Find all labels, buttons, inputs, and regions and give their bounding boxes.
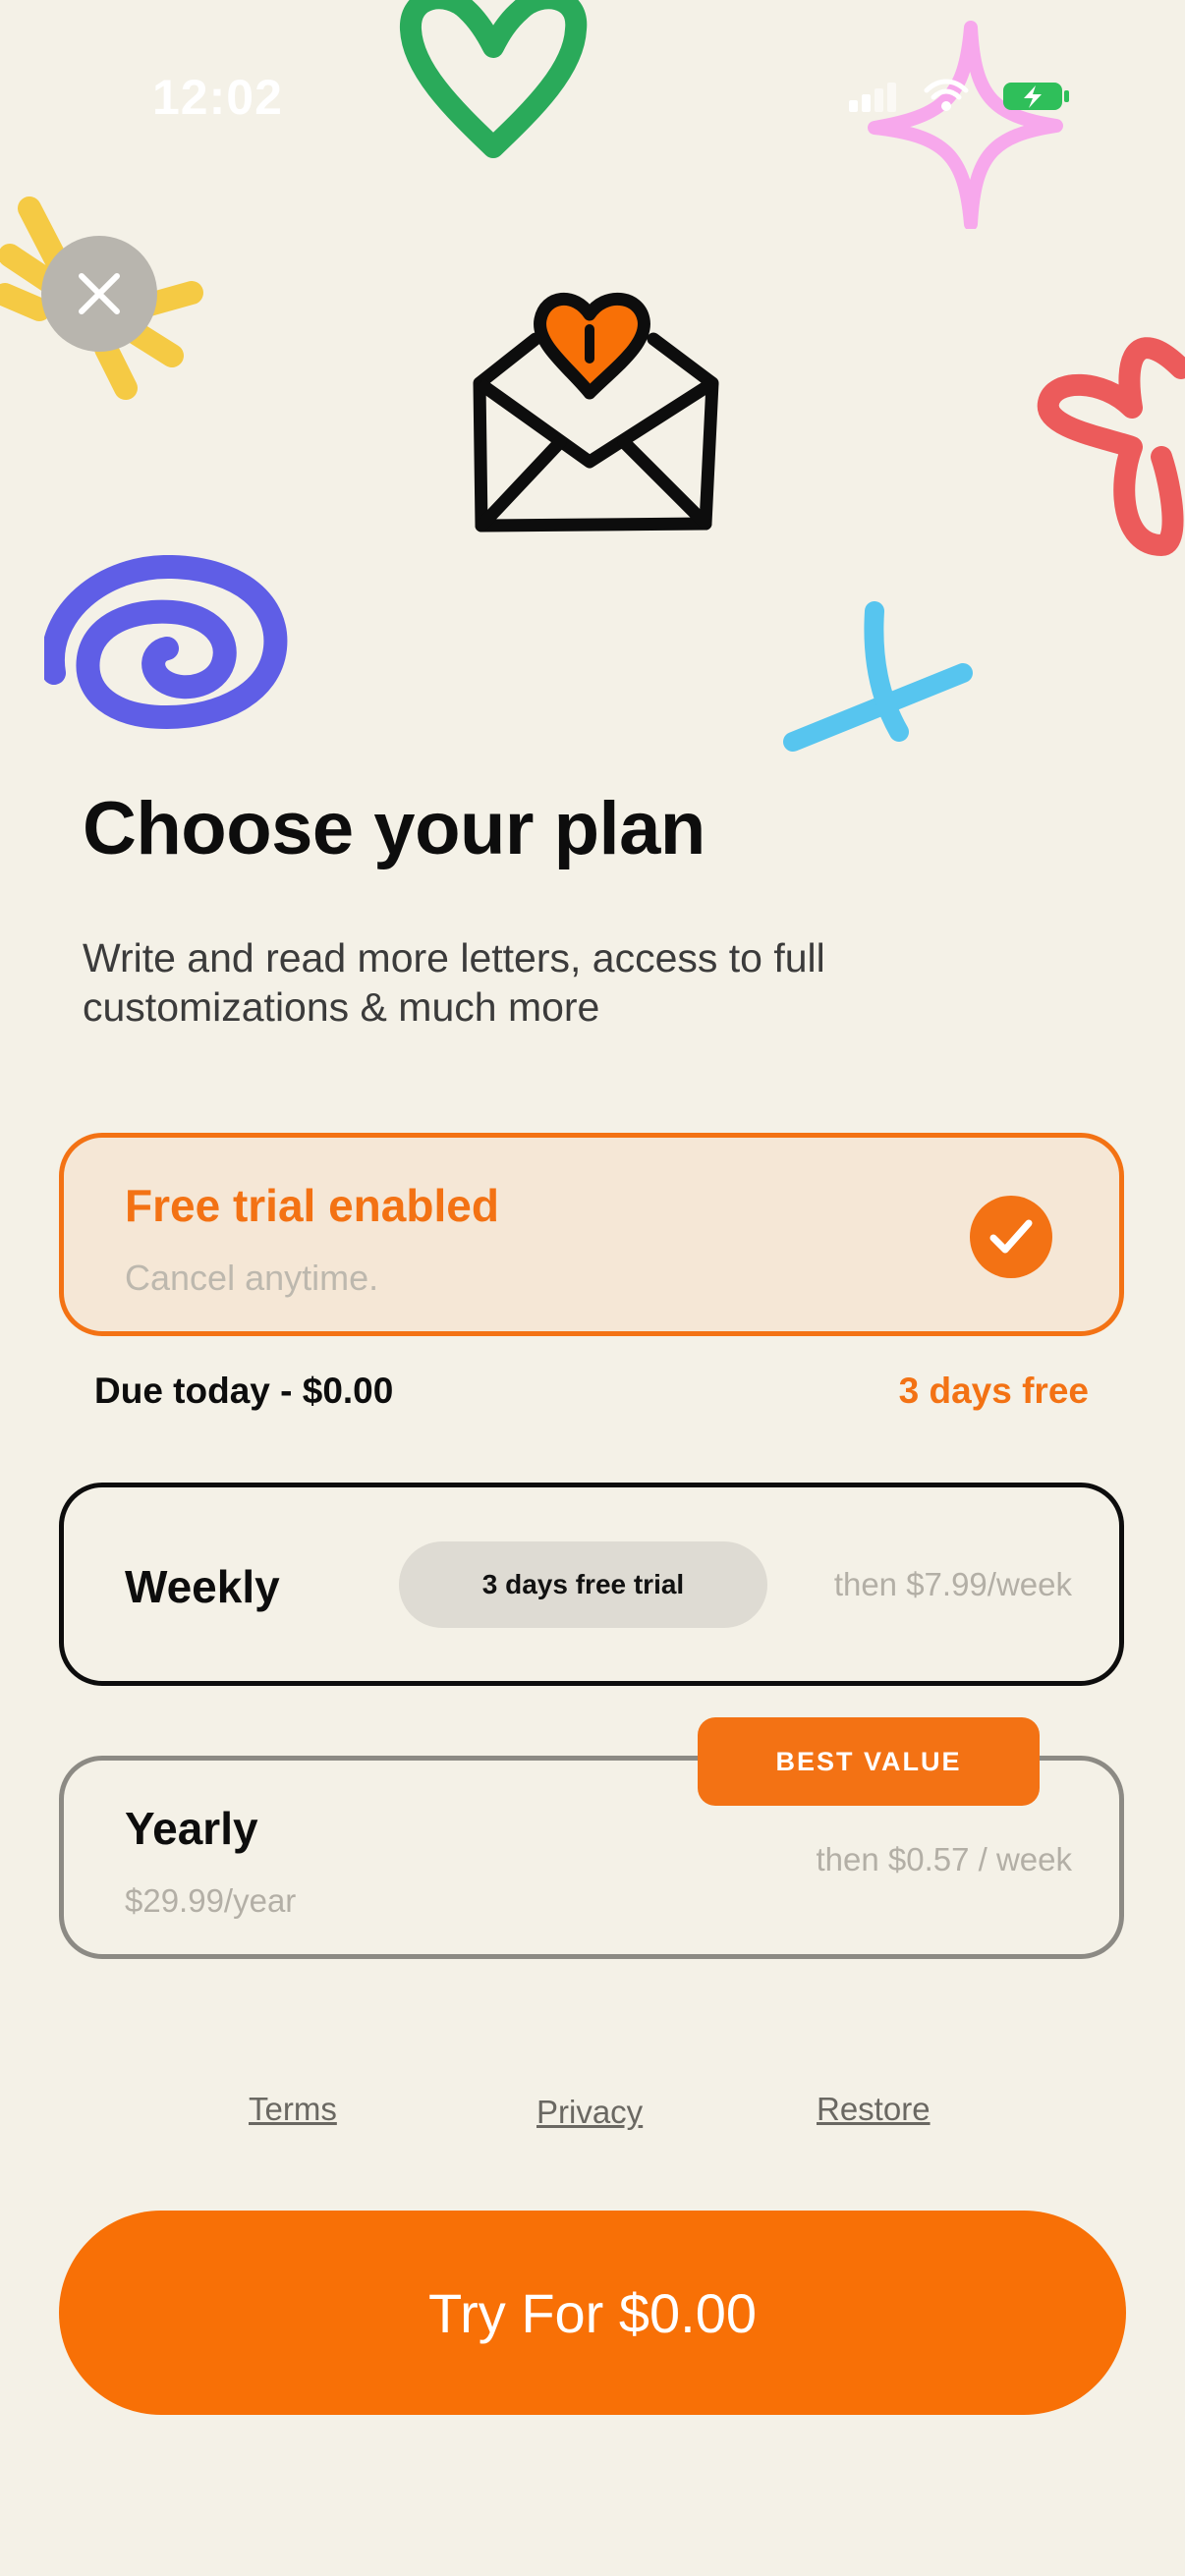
plan-name: Yearly bbox=[125, 1803, 258, 1854]
trial-checkbox[interactable] bbox=[970, 1196, 1052, 1278]
trial-days-label: 3 days free bbox=[898, 1371, 1089, 1411]
status-bar-time: 12:02 bbox=[152, 70, 283, 125]
close-icon bbox=[79, 273, 120, 314]
best-value-badge: BEST VALUE bbox=[698, 1717, 1040, 1806]
green-heart-doodle-icon bbox=[400, 0, 588, 158]
plan-price: $29.99/year bbox=[125, 1882, 297, 1919]
try-free-button[interactable]: Try For $0.00 bbox=[59, 2211, 1126, 2415]
plan-name: Weekly bbox=[125, 1561, 280, 1612]
page-title: Choose your plan bbox=[83, 787, 705, 870]
status-icons bbox=[845, 77, 1081, 116]
blue-spiral-doodle-icon bbox=[44, 555, 288, 730]
close-button[interactable] bbox=[41, 236, 157, 352]
paywall-screen: 12:02 Choose your plan Write and read mo… bbox=[0, 0, 1185, 2576]
terms-link[interactable]: Terms bbox=[249, 2091, 337, 2128]
battery-charging-icon bbox=[1003, 83, 1069, 110]
wifi-icon bbox=[924, 79, 969, 111]
privacy-link[interactable]: Privacy bbox=[536, 2094, 643, 2131]
plan-then-price: then $0.57 / week bbox=[816, 1841, 1072, 1877]
plan-option-weekly[interactable]: Weekly 3 days free trial then $7.99/week bbox=[59, 1483, 1124, 1686]
pink-sparkle-doodle-icon bbox=[868, 21, 1063, 229]
due-today-row: Due today - $0.00 3 days free bbox=[94, 1371, 1089, 1412]
light-blue-cross-doodle-icon bbox=[783, 601, 973, 752]
due-today-label: Due today - $0.00 bbox=[94, 1371, 394, 1411]
checkmark-icon bbox=[989, 1219, 1033, 1254]
signal-icon bbox=[849, 83, 896, 112]
free-trial-pill: 3 days free trial bbox=[399, 1541, 767, 1628]
page-subtitle: Write and read more letters, access to f… bbox=[83, 935, 825, 1030]
trial-title: Free trial enabled bbox=[125, 1180, 499, 1231]
restore-link[interactable]: Restore bbox=[817, 2091, 931, 2128]
free-trial-toggle[interactable]: Free trial enabled Cancel anytime. bbox=[59, 1133, 1124, 1336]
trial-subtitle: Cancel anytime. bbox=[125, 1258, 379, 1298]
plan-then-price: then $7.99/week bbox=[833, 1566, 1072, 1602]
red-flower-doodle-icon bbox=[1037, 337, 1185, 556]
envelope-heart-icon bbox=[473, 293, 719, 532]
